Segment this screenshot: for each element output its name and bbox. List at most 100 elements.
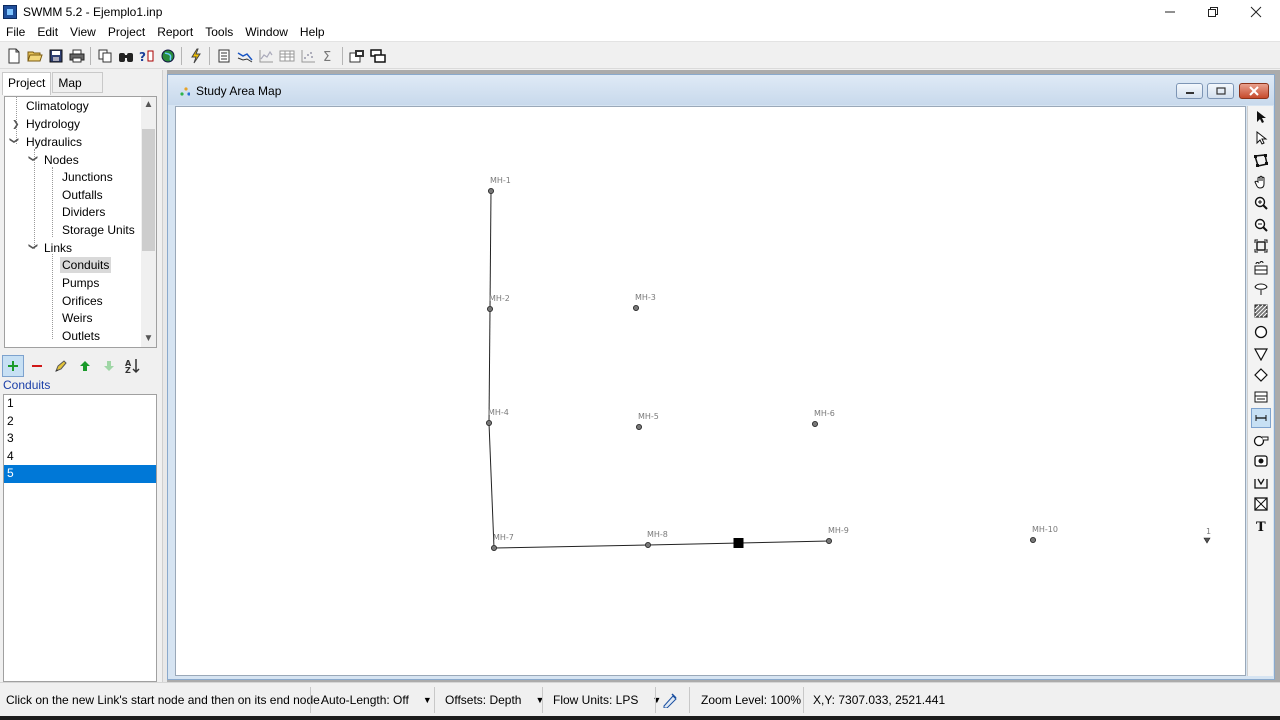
menu-file[interactable]: File	[0, 25, 31, 39]
chevron-down-icon[interactable]: ❯	[27, 243, 38, 251]
tree-item-conduits[interactable]: Conduits	[60, 257, 112, 274]
tree-item-links[interactable]: Links	[44, 240, 72, 257]
full-extent-tool[interactable]	[1251, 236, 1271, 256]
save-button[interactable]	[46, 46, 65, 65]
list-item[interactable]: 3	[4, 430, 156, 448]
tab-project[interactable]: Project	[2, 72, 52, 95]
add-rain-gage-tool[interactable]	[1251, 258, 1271, 278]
add-subcatchment-tool[interactable]	[1251, 279, 1271, 299]
zoom-in-tool[interactable]	[1251, 193, 1271, 213]
list-item-selected[interactable]: 5	[4, 465, 156, 483]
add-pump-tool[interactable]	[1251, 430, 1271, 450]
add-conduit-tool[interactable]	[1251, 408, 1271, 428]
arrange-windows-button[interactable]	[368, 46, 387, 65]
junction-node[interactable]	[635, 423, 642, 430]
auto-length-selector[interactable]: Auto-Length: Off ▼	[321, 683, 432, 717]
copy-button[interactable]	[95, 46, 114, 65]
select-object-tool[interactable]	[1251, 107, 1271, 127]
junction-node[interactable]	[826, 537, 833, 544]
menu-view[interactable]: View	[64, 25, 102, 39]
tree-item-hydrology[interactable]: Hydrology	[26, 116, 80, 133]
add-outlet-tool[interactable]	[1251, 494, 1271, 514]
select-vertex-tool[interactable]	[1251, 128, 1271, 148]
junction-node[interactable]	[485, 419, 492, 426]
map-window-titlebar[interactable]: Study Area Map	[168, 75, 1274, 105]
chevron-down-icon[interactable]: ❯	[8, 137, 19, 145]
tree-item-outlets[interactable]: Outlets	[62, 328, 100, 345]
tree-item-weirs[interactable]: Weirs	[62, 310, 92, 327]
outfall-node[interactable]	[1203, 537, 1211, 544]
offsets-selector[interactable]: Offsets: Depth ▼	[445, 683, 544, 717]
tree-item-junctions[interactable]: Junctions	[62, 169, 113, 186]
junction-node[interactable]	[812, 420, 819, 427]
junction-node[interactable]	[487, 188, 494, 195]
list-item[interactable]: 1	[4, 395, 156, 413]
junction-node[interactable]	[486, 305, 493, 312]
conduit-link[interactable]	[488, 422, 495, 549]
close-button[interactable]	[1234, 0, 1278, 23]
junction-node[interactable]	[1030, 536, 1037, 543]
open-button[interactable]	[25, 46, 44, 65]
add-conduit-tool-storage[interactable]	[1251, 387, 1271, 407]
flow-units-selector[interactable]: Flow Units: LPS ▼	[553, 683, 661, 717]
scatter-plot-button[interactable]	[298, 46, 317, 65]
tree-item-hydraulics[interactable]: Hydraulics	[26, 134, 82, 151]
tree-item-climatology[interactable]: Climatology	[26, 98, 89, 115]
tree-item-nodes[interactable]: Nodes	[44, 152, 79, 169]
dropdown-arrow-icon[interactable]: ▼	[423, 695, 432, 705]
minimize-button[interactable]	[1148, 0, 1192, 23]
scroll-down-icon[interactable]: ▼	[141, 331, 156, 347]
add-object-button[interactable]	[2, 355, 24, 377]
conduit-link[interactable]	[489, 190, 492, 310]
add-outfall-tool[interactable]	[1251, 322, 1271, 342]
dropdown-arrow-icon[interactable]: ▼	[652, 695, 661, 705]
add-orifice-tool[interactable]	[1251, 451, 1271, 471]
conduit-link[interactable]	[488, 308, 491, 424]
list-item[interactable]: 4	[4, 448, 156, 466]
query-button[interactable]: ?	[137, 46, 156, 65]
time-series-plot-button[interactable]	[256, 46, 275, 65]
map-options-button[interactable]	[347, 46, 366, 65]
junction-node[interactable]	[490, 544, 497, 551]
select-region-tool[interactable]	[1251, 150, 1271, 170]
status-report-button[interactable]	[214, 46, 233, 65]
network-map[interactable]: MH-1 MH-2 MH-3 MH-4 MH-5 MH-6 MH-7 MH-8 MH-9 MH-1…	[176, 107, 1245, 675]
menu-window[interactable]: Window	[239, 25, 294, 39]
menu-help[interactable]: Help	[294, 25, 331, 39]
menu-tools[interactable]: Tools	[199, 25, 239, 39]
map-restore-button[interactable]	[1207, 83, 1234, 99]
edit-object-button[interactable]	[50, 355, 72, 377]
run-simulation-button[interactable]	[186, 46, 205, 65]
menu-report[interactable]: Report	[151, 25, 199, 39]
add-label-tool[interactable]: T	[1251, 516, 1271, 536]
move-down-button[interactable]	[98, 355, 120, 377]
scroll-up-icon[interactable]: ▲	[141, 97, 156, 113]
statistics-button[interactable]: Σ	[319, 46, 338, 65]
move-up-button[interactable]	[74, 355, 96, 377]
tree-item-outfalls[interactable]: Outfalls	[62, 187, 103, 204]
chevron-right-icon[interactable]: ❯	[12, 119, 20, 130]
run-status-button[interactable]	[662, 683, 678, 717]
junction-node[interactable]	[632, 304, 639, 311]
zoom-out-tool[interactable]	[1251, 215, 1271, 235]
profile-plot-button[interactable]	[235, 46, 254, 65]
tree-item-orifices[interactable]: Orifices	[62, 293, 103, 310]
map-canvas[interactable]: MH-1 MH-2 MH-3 MH-4 MH-5 MH-6 MH-7 MH-8 MH-9 MH-1…	[175, 106, 1246, 676]
table-button[interactable]	[277, 46, 296, 65]
add-storage-unit-tool[interactable]	[1251, 365, 1271, 385]
overview-map-button[interactable]	[158, 46, 177, 65]
find-button[interactable]	[116, 46, 135, 65]
conduit-link[interactable]	[493, 544, 649, 549]
sort-button[interactable]: AZ	[122, 355, 144, 377]
restore-button[interactable]	[1191, 0, 1235, 23]
new-file-button[interactable]	[4, 46, 23, 65]
tree-item-dividers[interactable]: Dividers	[62, 204, 105, 221]
menu-edit[interactable]: Edit	[31, 25, 64, 39]
map-close-button[interactable]	[1239, 83, 1269, 99]
print-button[interactable]	[67, 46, 86, 65]
selected-link-marker[interactable]	[733, 538, 744, 548]
tree-scrollbar[interactable]: ▲ ▼	[141, 97, 156, 347]
add-weir-tool[interactable]	[1251, 473, 1271, 493]
tree-item-pumps[interactable]: Pumps	[62, 275, 99, 292]
scrollbar-thumb[interactable]	[142, 129, 155, 251]
